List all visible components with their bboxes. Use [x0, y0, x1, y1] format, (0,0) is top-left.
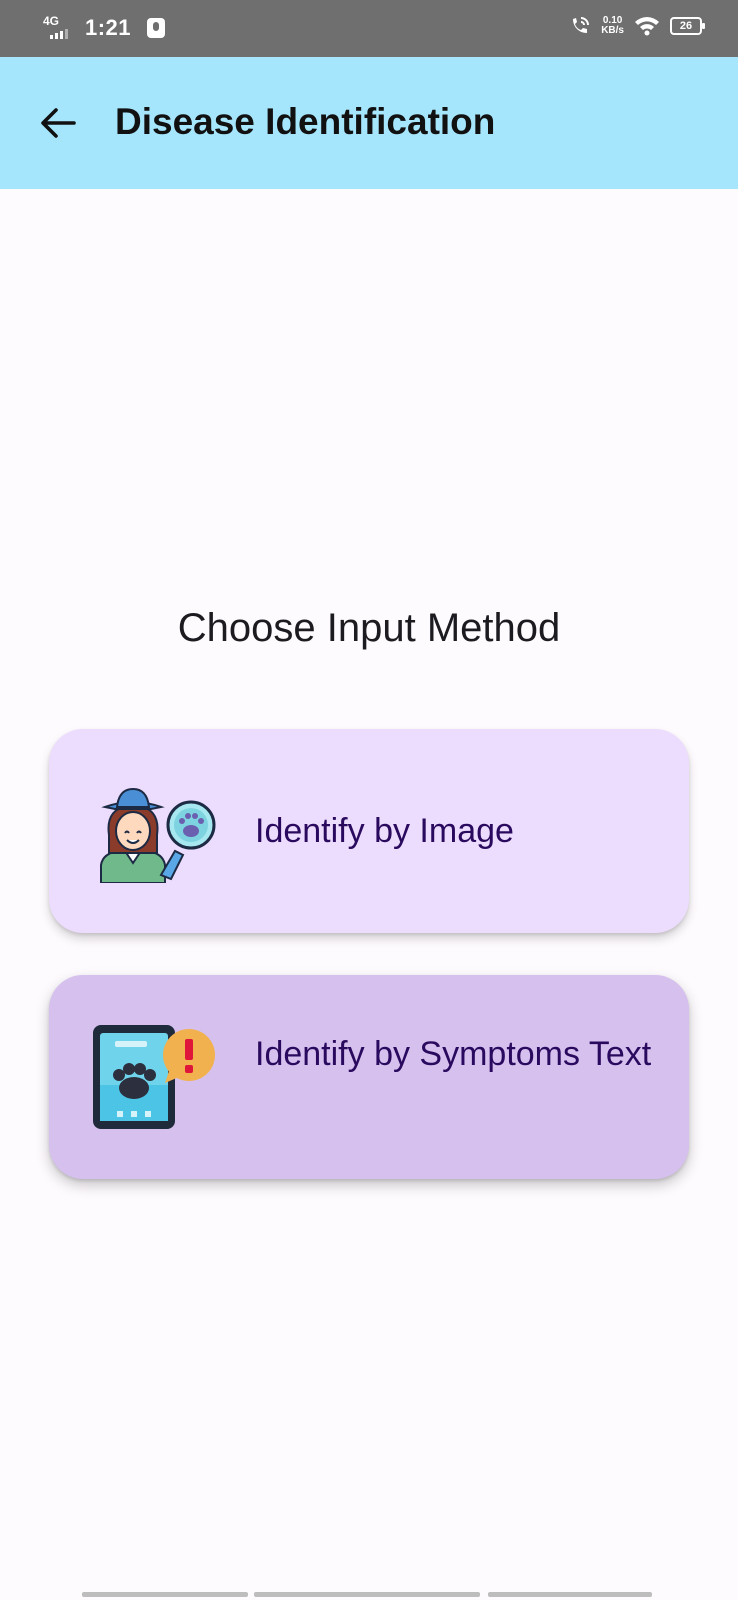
- choose-input-heading: Choose Input Method: [177, 606, 561, 650]
- status-bar: 4G 1:21 0.10 KB/s 26: [0, 0, 738, 57]
- bottom-gesture-bar: [82, 1592, 658, 1598]
- network-speed: 0.10 KB/s: [601, 16, 624, 36]
- battery-level: 26: [679, 20, 693, 32]
- wifi-calling-icon: [573, 17, 590, 33]
- battery-indicator: 26: [670, 17, 705, 35]
- identify-by-symptoms-text-button[interactable]: Identify by Symptoms Text: [49, 975, 689, 1179]
- microphone-notification-icon: [147, 18, 166, 38]
- page-title: Disease Identification: [115, 101, 496, 142]
- cellular-signal-icon: 4G: [43, 14, 73, 42]
- clock: 1:21: [85, 15, 132, 40]
- back-button[interactable]: [30, 99, 86, 147]
- wifi-icon: [635, 17, 659, 36]
- phone-paw-alert-icon: [93, 1025, 215, 1129]
- identify-by-image-label: Identify by Image: [255, 812, 514, 850]
- app-bar: Disease Identification: [0, 57, 738, 189]
- status-right: 0.10 KB/s 26: [569, 15, 705, 37]
- vet-with-paw-magnifier-icon: [100, 787, 216, 883]
- status-left: 4G 1:21: [43, 14, 166, 42]
- identify-by-symptoms-text-label: Identify by Symptoms Text: [255, 1035, 652, 1073]
- identify-by-image-button[interactable]: Identify by Image: [49, 729, 689, 933]
- arrow-left-icon: [41, 108, 76, 138]
- speed-unit: KB/s: [601, 25, 624, 36]
- network-type-label: 4G: [43, 14, 60, 28]
